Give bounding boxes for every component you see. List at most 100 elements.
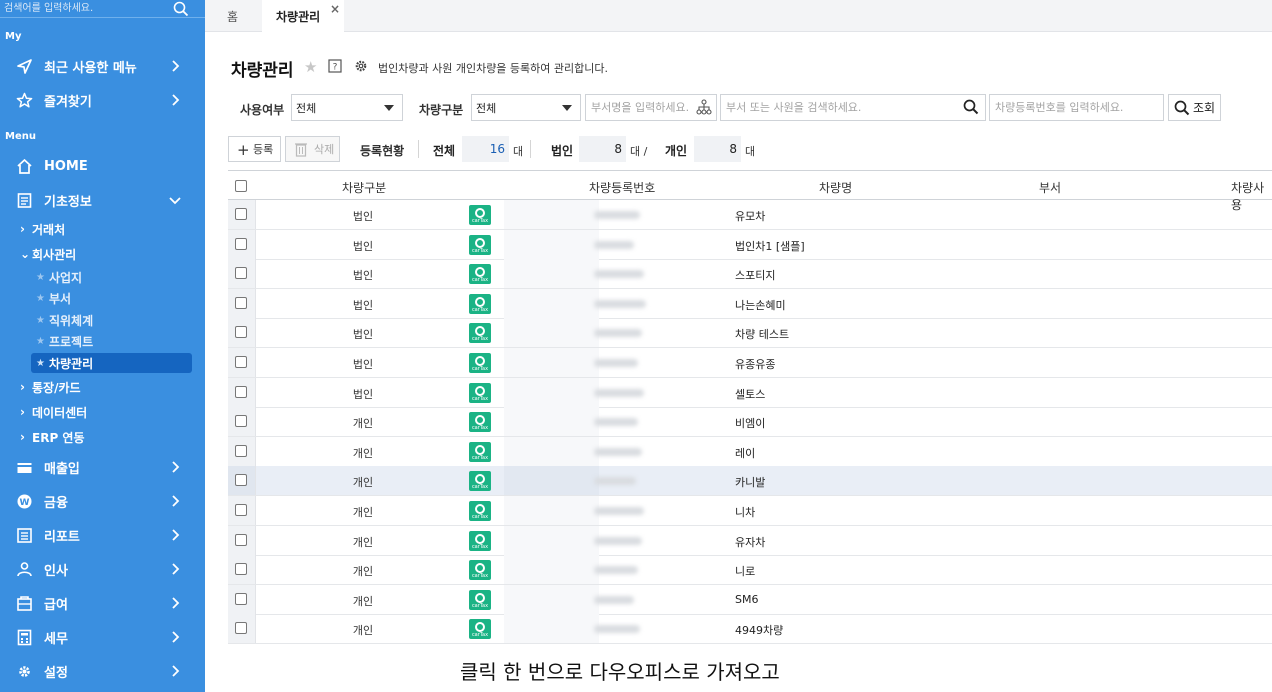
sidebar-item-report[interactable]: 리포트	[0, 520, 205, 550]
row-checkbox[interactable]	[235, 385, 247, 398]
cell-type: 개인	[352, 446, 374, 460]
plate-cell	[504, 614, 599, 644]
table-row[interactable]: 법인 carTax 스포티지	[228, 259, 1272, 290]
sidebar-item-tax[interactable]: 세무	[0, 622, 205, 652]
table-row[interactable]: 개인 carTax SM6	[228, 584, 1272, 615]
star-icon: ★	[36, 292, 45, 304]
plate-input[interactable]	[989, 94, 1164, 121]
table-row[interactable]: 개인 carTax 비엠이	[228, 407, 1272, 438]
menu-search-input[interactable]	[4, 0, 174, 17]
sidebar-item-payroll[interactable]: 급여	[0, 588, 205, 618]
sidebar-sub-datacenter[interactable]: › 데이터센터	[20, 402, 87, 422]
chevron-right-icon	[172, 60, 180, 72]
sidebar-sub-label: 통장/카드	[32, 380, 81, 395]
close-icon[interactable]: ×	[330, 2, 340, 16]
cell-name: 니차	[735, 506, 756, 519]
usage-select[interactable]: 전체	[291, 94, 403, 121]
delete-button[interactable]: 삭제	[285, 136, 340, 162]
table-row[interactable]: 개인 carTax 카니발	[228, 466, 1272, 497]
table-row[interactable]: 개인 carTax 레이	[228, 436, 1272, 467]
employee-search-input[interactable]	[720, 94, 986, 121]
sidebar-item-finance[interactable]: W 금융	[0, 486, 205, 516]
favorite-star-icon[interactable]: ★	[304, 58, 317, 76]
table-row[interactable]: 법인 carTax 법인차1 [샘플]	[228, 229, 1272, 260]
cell-type: 개인	[352, 624, 374, 638]
row-checkbox[interactable]	[235, 444, 247, 457]
help-icon[interactable]: ?	[328, 59, 342, 73]
plate-cell	[504, 525, 599, 555]
blurred-plate-number	[594, 418, 638, 427]
cartax-logo-icon: carTax	[469, 234, 491, 255]
checkbox-cell	[228, 229, 256, 259]
table-row[interactable]: 개인 carTax 니로	[228, 555, 1272, 586]
query-button[interactable]: 조회	[1168, 94, 1221, 121]
sidebar-item-label: HOME	[44, 158, 88, 174]
tab-vehicle-management[interactable]: 차량관리 ×	[262, 0, 344, 32]
type-select[interactable]: 전체	[471, 94, 581, 121]
plate-cell	[504, 377, 599, 407]
sidebar-leaf-site[interactable]: ★ 사업지	[36, 267, 82, 287]
table-row[interactable]: 개인 carTax 니차	[228, 496, 1272, 526]
chevron-right-icon	[172, 631, 180, 643]
total-count: 16	[462, 136, 509, 162]
search-icon[interactable]	[173, 1, 189, 17]
sidebar-item-sales[interactable]: 매출입	[0, 452, 205, 482]
search-icon[interactable]	[963, 99, 979, 115]
row-checkbox[interactable]	[235, 504, 247, 516]
row-checkbox[interactable]	[235, 237, 247, 250]
logo-text: carTax	[471, 336, 489, 343]
document-icon	[17, 193, 32, 208]
row-checkbox[interactable]	[235, 622, 247, 635]
row-checkbox[interactable]	[235, 415, 247, 428]
plate-cell	[504, 200, 599, 229]
row-checkbox[interactable]	[235, 592, 247, 605]
table-row[interactable]: 법인 carTax 유종유종	[228, 348, 1272, 378]
corp-unit: 대 /	[630, 145, 648, 158]
registration-status-label: 등록현황	[360, 144, 405, 158]
sidebar-sub-clients[interactable]: › 거래처	[20, 219, 65, 239]
sidebar-item-favorites[interactable]: 즐겨찾기	[0, 85, 205, 115]
personal-count: 8	[694, 136, 741, 162]
row-checkbox[interactable]	[235, 474, 247, 487]
row-checkbox[interactable]	[235, 267, 247, 280]
row-checkbox[interactable]	[235, 326, 247, 339]
gear-icon[interactable]	[354, 59, 368, 73]
sidebar-item-settings[interactable]: 설정	[0, 656, 205, 686]
select-all-checkbox[interactable]	[235, 180, 247, 192]
table-row[interactable]: 법인 carTax 셀토스	[228, 377, 1272, 408]
blurred-plate-number	[594, 240, 634, 249]
cell-type: 개인	[352, 506, 374, 519]
table-row[interactable]: 법인 carTax 유모차	[228, 200, 1272, 230]
sidebar-sub-company[interactable]: ⌄ 회사관리	[20, 244, 76, 264]
sidebar-sub-erp[interactable]: › ERP 연동	[20, 427, 85, 447]
sidebar-leaf-vehicle[interactable]: ★ 차량관리	[31, 353, 192, 373]
sidebar-item-recent[interactable]: 최근 사용한 메뉴	[0, 51, 205, 81]
table-row[interactable]: 법인 carTax 나는손혜미	[228, 288, 1272, 319]
row-checkbox[interactable]	[235, 208, 247, 220]
sidebar-item-hr[interactable]: 인사	[0, 554, 205, 584]
blurred-plate-number	[594, 211, 640, 219]
table-row[interactable]: 개인 carTax 유자차	[228, 525, 1272, 556]
checkbox-cell	[228, 318, 256, 348]
row-checkbox[interactable]	[235, 563, 247, 576]
add-button[interactable]: + 등록	[228, 136, 281, 162]
plate-cell	[504, 348, 599, 377]
sidebar-leaf-position[interactable]: ★ 직위체계	[36, 310, 93, 330]
cell-name: 카니발	[735, 476, 766, 490]
sidebar-leaf-project[interactable]: ★ 프로젝트	[36, 331, 93, 351]
svg-text:?: ?	[333, 63, 338, 73]
caption: 클릭 한 번으로 다우오피스로 가져오고	[460, 660, 780, 684]
org-chart-icon[interactable]	[696, 99, 712, 115]
checkbox-cell	[228, 614, 256, 644]
row-checkbox[interactable]	[235, 356, 247, 368]
logo-text: carTax	[471, 425, 489, 432]
table-row[interactable]: 개인 carTax 4949차량	[228, 614, 1272, 645]
tab-home[interactable]: 홈	[227, 0, 238, 32]
sidebar-item-basic-info[interactable]: 기초정보	[0, 185, 205, 215]
table-row[interactable]: 법인 carTax 차량 테스트	[228, 318, 1272, 349]
row-checkbox[interactable]	[235, 296, 247, 309]
sidebar-item-home[interactable]: HOME	[0, 151, 205, 181]
sidebar-leaf-dept[interactable]: ★ 부서	[36, 288, 71, 308]
row-checkbox[interactable]	[235, 533, 247, 546]
sidebar-sub-bank[interactable]: › 통장/카드	[20, 377, 81, 397]
